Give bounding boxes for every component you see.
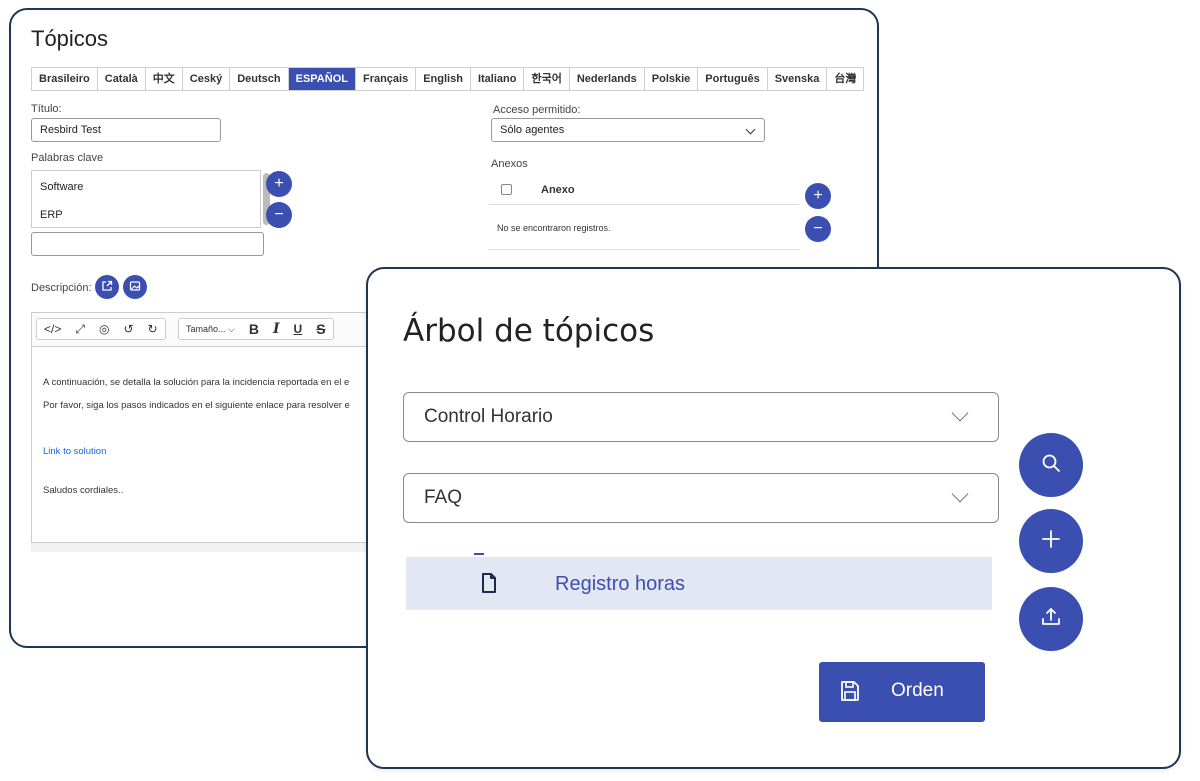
tab-catala[interactable]: Català <box>98 68 146 90</box>
minus-icon: − <box>274 206 284 223</box>
order-button-label: Orden <box>891 680 944 701</box>
anexos-label: Anexos <box>491 158 528 170</box>
new-keyword-input[interactable] <box>31 232 264 256</box>
tab-taiwan[interactable]: 台灣 <box>827 68 863 90</box>
editor-toolbar: </> ⤢ ◎ ↺ ↻ Tamaño... ⌵ B I U S <box>31 312 371 346</box>
underline-icon[interactable]: U <box>287 319 310 339</box>
redo-icon[interactable]: ↻ <box>141 319 165 339</box>
anexo-column-header: Anexo <box>541 184 575 196</box>
descripcion-label: Descripción: <box>31 282 92 294</box>
description-editor[interactable]: A continuación, se detalla la solución p… <box>31 346 371 552</box>
external-link-icon <box>101 280 113 295</box>
tab-portugues[interactable]: Português <box>698 68 768 90</box>
editor-paragraph: Por favor, siga los pasos indicados en e… <box>43 400 350 411</box>
subcategory-value: FAQ <box>424 487 463 508</box>
subcategory-select[interactable]: FAQ <box>403 473 999 523</box>
order-button[interactable]: Orden <box>819 662 985 722</box>
keywords-list[interactable]: Software ERP <box>31 170 270 228</box>
toolbar-group-format: Tamaño... ⌵ B I U S <box>178 318 334 340</box>
tree-item[interactable]: Registro horas <box>406 553 992 610</box>
font-size-select[interactable]: Tamaño... ⌵ <box>179 319 242 339</box>
tab-espanol[interactable]: ESPAÑOL <box>288 68 356 90</box>
table-row: No se encontraron registros. <box>489 206 799 250</box>
solution-link[interactable]: Link to solution <box>43 446 106 457</box>
add-keyword-button[interactable]: + <box>266 171 292 197</box>
tree-item-label: Registro horas <box>555 573 686 595</box>
tab-english[interactable]: English <box>416 68 471 90</box>
remove-keyword-button[interactable]: − <box>266 202 292 228</box>
attachments-table-header: Anexo <box>489 180 799 205</box>
search-button[interactable] <box>1019 433 1083 497</box>
panel-title: Árbol de tópicos <box>403 313 655 349</box>
empty-message: No se encontraron registros. <box>497 223 611 233</box>
preview-icon[interactable]: ◎ <box>92 319 116 339</box>
list-item[interactable]: ERP <box>40 209 63 221</box>
plus-icon <box>1040 528 1062 555</box>
minus-icon: − <box>813 220 823 237</box>
insert-image-button[interactable] <box>123 275 147 299</box>
italic-icon[interactable]: I <box>266 319 287 339</box>
image-icon <box>129 280 141 295</box>
add-topic-button[interactable] <box>1019 509 1083 573</box>
code-view-icon[interactable]: </> <box>37 319 68 339</box>
tab-polskie[interactable]: Polskie <box>645 68 699 90</box>
acceso-label: Acceso permitido: <box>493 104 581 116</box>
chevron-down-icon <box>951 404 969 422</box>
titulo-input[interactable]: Resbird Test <box>31 118 221 142</box>
tab-italiano[interactable]: Italiano <box>471 68 525 90</box>
plus-icon: + <box>813 187 823 204</box>
tab-francais[interactable]: Français <box>356 68 417 90</box>
strikethrough-icon[interactable]: S <box>309 319 332 339</box>
font-size-value: Tamaño... <box>186 324 226 334</box>
keywords-label: Palabras clave <box>31 152 104 164</box>
select-all-checkbox[interactable] <box>501 184 512 195</box>
toolbar-group-view: </> ⤢ ◎ ↺ ↻ <box>36 318 166 340</box>
upload-icon <box>1040 606 1062 633</box>
add-attachment-button[interactable]: + <box>805 183 831 209</box>
titulo-label: Título: <box>31 103 62 115</box>
tree-indent-marker <box>474 553 484 555</box>
acceso-select[interactable]: Sólo agentes <box>491 118 765 142</box>
remove-attachment-button[interactable]: − <box>805 216 831 242</box>
tab-nederlands[interactable]: Nederlands <box>570 68 645 90</box>
fullscreen-icon[interactable]: ⤢ <box>68 319 92 339</box>
category-value: Control Horario <box>424 406 553 427</box>
save-icon <box>839 680 861 708</box>
editor-paragraph: Saludos cordiales.. <box>43 485 124 496</box>
page-title: Tópicos <box>31 26 109 51</box>
plus-icon: + <box>274 175 284 192</box>
open-external-button[interactable] <box>95 275 119 299</box>
acceso-value: Sólo agentes <box>500 124 565 136</box>
chevron-down-icon <box>745 124 756 135</box>
tab-cesky[interactable]: Ceský <box>183 68 231 90</box>
tab-svenska[interactable]: Svenska <box>768 68 828 90</box>
language-tabs: Brasileiro Català 中文 Ceský Deutsch ESPAÑ… <box>31 67 865 91</box>
tab-deutsch[interactable]: Deutsch <box>230 68 289 90</box>
category-select[interactable]: Control Horario <box>403 392 999 442</box>
tab-chinese[interactable]: 中文 <box>146 68 183 90</box>
chevron-down-icon <box>951 485 969 503</box>
tab-korean[interactable]: 한국어 <box>524 68 570 90</box>
document-icon <box>481 573 497 598</box>
search-icon <box>1040 452 1062 479</box>
topic-tree-card: Árbol de tópicos Control Horario FAQ Reg… <box>366 267 1181 769</box>
editor-footer <box>31 542 371 552</box>
upload-button[interactable] <box>1019 587 1083 651</box>
tab-brasileiro[interactable]: Brasileiro <box>32 68 98 90</box>
list-item[interactable]: Software <box>40 181 83 193</box>
undo-icon[interactable]: ↺ <box>116 319 140 339</box>
editor-paragraph: A continuación, se detalla la solución p… <box>43 377 350 388</box>
bold-icon[interactable]: B <box>242 319 266 339</box>
